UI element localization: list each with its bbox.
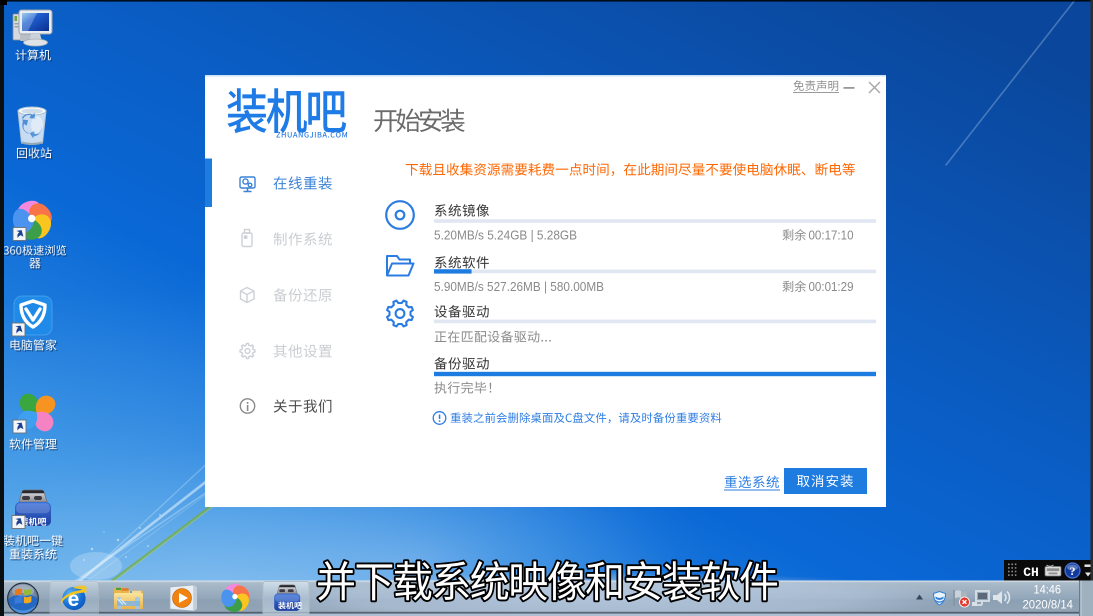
svg-text:5.20MB/s 5.24GB | 5.28GB: 5.20MB/s 5.24GB | 5.28GB bbox=[434, 228, 577, 243]
svg-text:CH: CH bbox=[1023, 565, 1039, 580]
svg-text:14:46: 14:46 bbox=[1034, 585, 1062, 597]
svg-text:5.90MB/s 527.26MB | 580.00MB: 5.90MB/s 527.26MB | 580.00MB bbox=[434, 279, 604, 294]
svg-text:2020/8/14: 2020/8/14 bbox=[1023, 600, 1074, 612]
svg-text:00:01:29: 00:01:29 bbox=[809, 280, 854, 294]
svg-text:?: ? bbox=[1070, 564, 1076, 578]
svg-text:00:17:10: 00:17:10 bbox=[809, 229, 854, 243]
